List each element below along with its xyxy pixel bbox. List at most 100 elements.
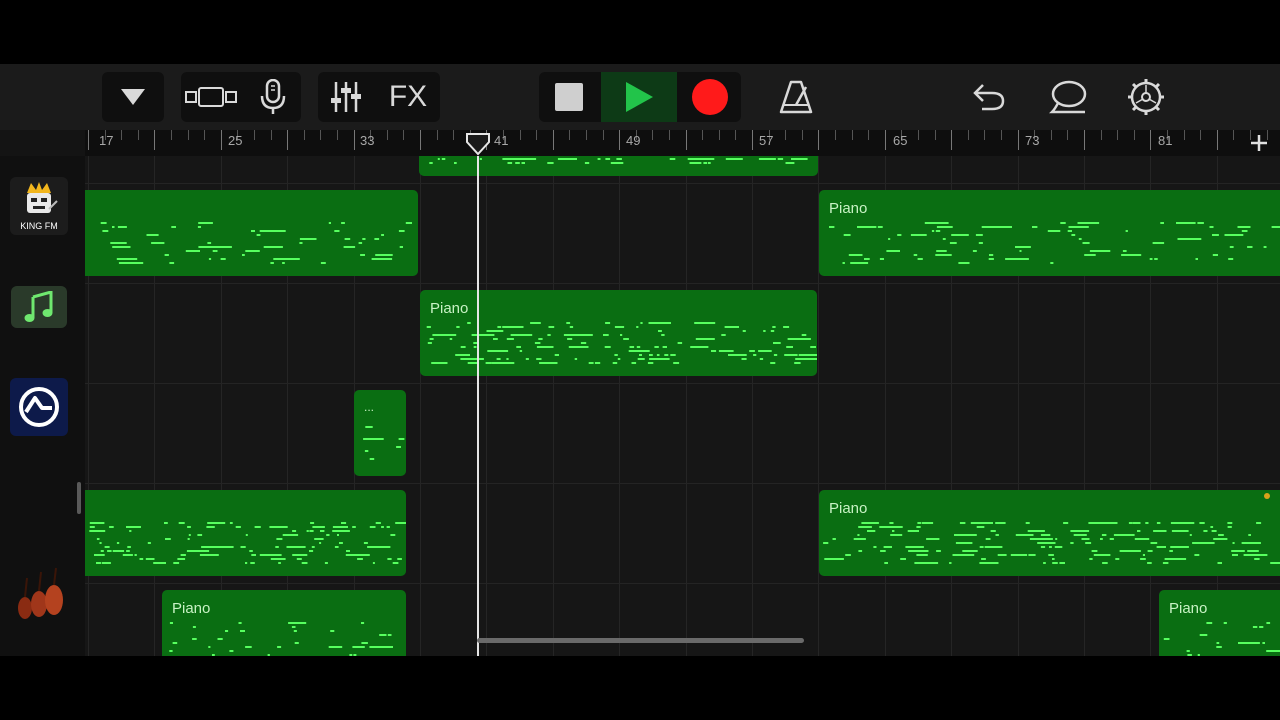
midi-note — [604, 346, 611, 348]
midi-note — [1164, 558, 1187, 560]
midi-note — [208, 646, 211, 648]
beat-tick — [735, 130, 737, 140]
bar-number: 65 — [893, 133, 908, 148]
beat-tick — [204, 130, 206, 140]
midi-note — [207, 522, 226, 524]
midi-note — [330, 630, 335, 632]
garageband-app: FX 17 25 33 41 49 57 65 73 81 KING FM Pi… — [0, 64, 1280, 656]
midi-region[interactable] — [85, 190, 418, 276]
midi-note — [824, 558, 844, 560]
track-separator — [85, 483, 1280, 484]
midi-note — [502, 326, 524, 328]
midi-note — [146, 234, 159, 236]
king-fm-logo-icon[interactable]: KING FM — [10, 177, 68, 235]
midi-note — [639, 354, 642, 356]
midi-note — [208, 258, 212, 260]
gear-icon — [1128, 79, 1164, 115]
midi-note — [1101, 554, 1105, 556]
tracks-area[interactable]: Piano Piano ... Piano Piano Piano — [85, 156, 1280, 656]
playhead[interactable] — [477, 156, 479, 656]
music-note-icon[interactable] — [11, 286, 67, 328]
midi-note — [725, 158, 740, 160]
horizontal-scrollbar[interactable] — [477, 638, 804, 643]
midi-note — [1211, 530, 1217, 532]
midi-note — [791, 158, 808, 160]
fx-button[interactable]: FX — [378, 72, 438, 122]
midi-note — [954, 534, 977, 536]
midi-region-piano[interactable]: Piano — [162, 590, 406, 656]
midi-note — [1055, 538, 1058, 540]
midi-note — [224, 546, 228, 548]
midi-note — [185, 250, 200, 252]
midi-note — [294, 554, 298, 556]
midi-note — [1227, 526, 1232, 528]
plus-icon[interactable] — [1248, 132, 1270, 154]
vertical-scrollbar[interactable] — [77, 482, 81, 514]
playhead-handle-icon[interactable] — [465, 132, 491, 156]
midi-note — [1160, 546, 1165, 548]
midi-region-piano[interactable]: Piano — [819, 190, 1280, 276]
midi-note — [1132, 522, 1141, 524]
midi-note — [1199, 522, 1205, 524]
midi-region-piano[interactable]: Piano — [1159, 590, 1280, 656]
midi-note — [102, 230, 109, 232]
record-button[interactable] — [680, 72, 740, 122]
view-toggle-button[interactable] — [181, 72, 241, 122]
bar-tick — [353, 130, 355, 150]
midi-note — [853, 538, 866, 540]
midi-note — [873, 546, 877, 548]
midi-note — [759, 358, 764, 360]
microphone-button[interactable] — [245, 72, 301, 122]
browser-menu-button[interactable] — [102, 72, 164, 122]
midi-note — [1232, 542, 1235, 544]
midi-note — [1005, 258, 1029, 260]
midi-note — [311, 546, 315, 548]
midi-note — [574, 358, 578, 360]
midi-region-piano[interactable]: Piano — [819, 490, 1280, 576]
midi-note — [798, 354, 817, 356]
midi-note — [396, 446, 401, 448]
metronome-icon — [779, 80, 813, 114]
mixer-button[interactable] — [318, 72, 374, 122]
midi-note — [997, 554, 1007, 556]
midi-note — [1152, 242, 1165, 244]
midi-note — [510, 334, 533, 336]
midi-note — [107, 550, 112, 552]
metronome-button[interactable] — [768, 72, 824, 122]
play-button[interactable] — [601, 72, 677, 122]
midi-note — [842, 262, 845, 264]
track-separator — [85, 383, 1280, 384]
midi-note — [951, 234, 969, 236]
midi-note — [365, 426, 373, 428]
midi-note — [1040, 546, 1046, 548]
midi-note — [320, 262, 326, 264]
midi-note — [620, 334, 623, 336]
loop-browser-button[interactable] — [1040, 72, 1096, 122]
bar-number: 25 — [228, 133, 243, 148]
midi-note — [491, 362, 515, 364]
midi-region[interactable] — [85, 490, 406, 576]
midi-note — [269, 526, 288, 528]
midi-region-short[interactable]: ... — [354, 390, 406, 476]
beat-tick — [602, 130, 604, 140]
midi-region-piano[interactable]: Piano — [420, 290, 817, 376]
midi-note — [905, 546, 924, 548]
alchemy-synth-icon[interactable] — [10, 378, 68, 436]
midi-note — [985, 538, 991, 540]
undo-button[interactable] — [962, 72, 1016, 122]
midi-note — [1228, 258, 1234, 260]
strings-cello-icon[interactable] — [10, 566, 68, 624]
midi-note — [897, 234, 902, 236]
timeline-ruler[interactable]: 17 25 33 41 49 57 65 73 81 — [85, 130, 1280, 157]
midi-note — [845, 554, 851, 556]
settings-button[interactable] — [1118, 72, 1174, 122]
midi-note — [857, 534, 860, 536]
bar-tick — [220, 130, 222, 150]
midi-note — [1122, 250, 1127, 252]
midi-note — [614, 354, 618, 356]
midi-note — [695, 338, 715, 340]
midi-note — [605, 322, 611, 324]
stop-button[interactable] — [539, 72, 599, 122]
midi-note — [770, 330, 775, 332]
beat-tick — [586, 130, 587, 140]
